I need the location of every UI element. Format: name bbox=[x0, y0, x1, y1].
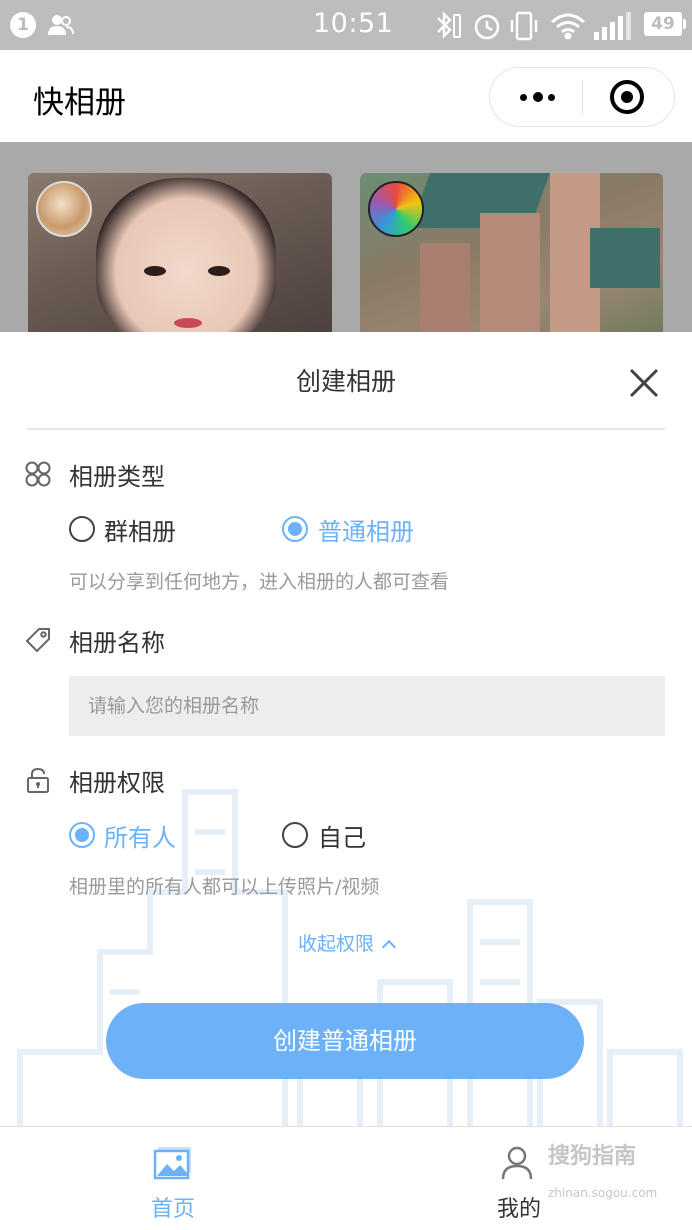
tab-home[interactable]: 首页 bbox=[73, 1127, 273, 1230]
collapse-permission-link[interactable]: 收起权限 bbox=[0, 929, 692, 956]
radio-everyone[interactable] bbox=[69, 822, 95, 848]
status-bar: 1 10:51 49 bbox=[0, 0, 692, 50]
contacts-icon bbox=[48, 15, 74, 35]
album-type-label: 相册类型 bbox=[69, 463, 165, 491]
wifi-icon bbox=[551, 13, 585, 40]
self-option[interactable]: 自己 bbox=[318, 818, 366, 853]
album-list-background bbox=[0, 142, 692, 332]
app-title: 快相册 bbox=[33, 85, 126, 121]
album-cover-photo bbox=[96, 178, 276, 332]
watermark-text: 搜狗指南 bbox=[548, 1144, 637, 1169]
divider bbox=[27, 428, 665, 430]
permission-label: 相册权限 bbox=[69, 769, 165, 797]
clock: 10:51 bbox=[313, 8, 394, 39]
group-album-option[interactable]: 群相册 bbox=[104, 512, 176, 547]
permission-hint: 相册里的所有人都可以上传照片/视频 bbox=[69, 876, 380, 898]
grid-icon bbox=[25, 461, 51, 487]
dot bbox=[548, 94, 555, 101]
collapse-permission-label[interactable]: 收起权限 bbox=[298, 933, 374, 955]
album-name-label: 相册名称 bbox=[69, 629, 165, 657]
album-name-input[interactable] bbox=[69, 676, 665, 736]
radio-normal-album[interactable] bbox=[282, 516, 308, 542]
bluetooth-icon bbox=[437, 11, 452, 39]
tab-home-label: 首页 bbox=[150, 1197, 195, 1222]
watermark-url: zhinan.sogou.com bbox=[548, 1186, 658, 1200]
radio-self[interactable] bbox=[282, 822, 308, 848]
notification-count-badge: 1 bbox=[10, 12, 36, 38]
close-icon[interactable] bbox=[626, 365, 662, 401]
album-card[interactable] bbox=[360, 173, 663, 332]
user-icon bbox=[501, 1146, 533, 1180]
alarm-icon bbox=[474, 14, 500, 40]
create-album-sheet: 创建相册 相册类型 群相册 普通相册 可以分享到任何地方，进入相册的人都可查看 … bbox=[0, 332, 692, 1126]
dot bbox=[533, 92, 543, 102]
normal-album-option[interactable]: 普通相册 bbox=[318, 512, 414, 547]
dot bbox=[520, 94, 527, 101]
capsule-divider bbox=[582, 80, 583, 114]
image-icon bbox=[153, 1147, 191, 1180]
create-album-button[interactable]: 创建普通相册 bbox=[106, 1003, 584, 1079]
more-menu-button[interactable] bbox=[490, 68, 582, 126]
sheet-title: 创建相册 bbox=[295, 367, 396, 396]
album-type-hint: 可以分享到任何地方，进入相册的人都可查看 bbox=[69, 571, 450, 593]
radio-group-album[interactable] bbox=[69, 516, 95, 542]
signal-icon bbox=[594, 12, 631, 40]
close-mini-program-icon[interactable] bbox=[610, 80, 644, 114]
phone-vibrate-icon bbox=[510, 11, 538, 41]
avatar bbox=[368, 181, 424, 237]
album-card[interactable] bbox=[28, 173, 332, 332]
chevron-up-icon bbox=[381, 939, 397, 955]
tag-icon bbox=[25, 628, 50, 653]
mini-program-capsule bbox=[489, 67, 675, 127]
title-bar: 快相册 bbox=[0, 50, 692, 142]
battery-icon: 49 bbox=[644, 12, 686, 36]
everyone-option[interactable]: 所有人 bbox=[104, 818, 176, 853]
lock-icon bbox=[27, 767, 49, 793]
avatar bbox=[36, 181, 92, 237]
vibrate-icon bbox=[453, 14, 461, 38]
